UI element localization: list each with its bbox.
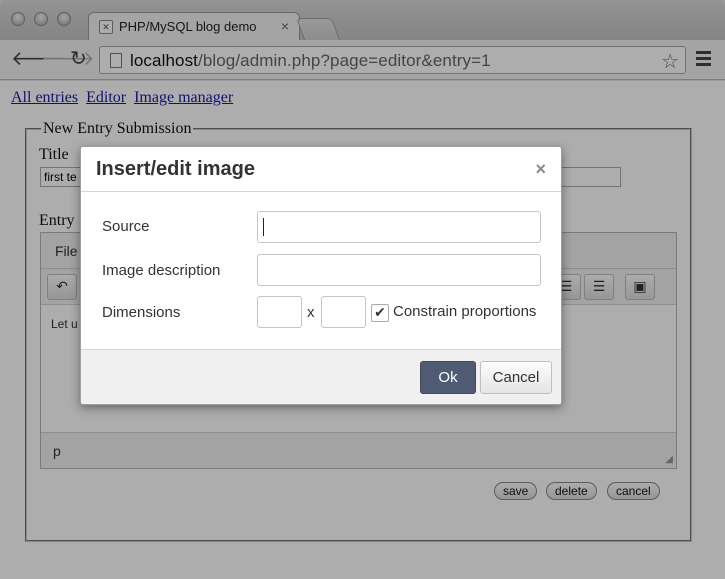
dialog-title: Insert/edit image: [96, 158, 255, 180]
text-caret: [263, 218, 264, 236]
dialog-header: Insert/edit image ×: [81, 147, 561, 192]
dialog-footer: Ok Cancel: [81, 349, 561, 404]
close-icon[interactable]: ×: [535, 159, 546, 180]
source-label: Source: [102, 218, 150, 235]
height-input[interactable]: [321, 296, 366, 328]
image-description-label: Image description: [102, 262, 221, 279]
dimensions-label: Dimensions: [102, 304, 181, 321]
image-description-input[interactable]: [257, 254, 541, 286]
ok-button[interactable]: Ok: [420, 361, 476, 394]
cancel-button[interactable]: Cancel: [480, 361, 552, 394]
constrain-proportions-label[interactable]: Constrain proportions: [393, 303, 536, 320]
width-input[interactable]: [257, 296, 302, 328]
constrain-proportions-checkbox[interactable]: ✔: [371, 304, 389, 322]
insert-image-dialog: Insert/edit image × Source Image descrip…: [80, 146, 562, 405]
source-input[interactable]: [257, 211, 541, 243]
dimensions-times: x: [307, 304, 315, 321]
